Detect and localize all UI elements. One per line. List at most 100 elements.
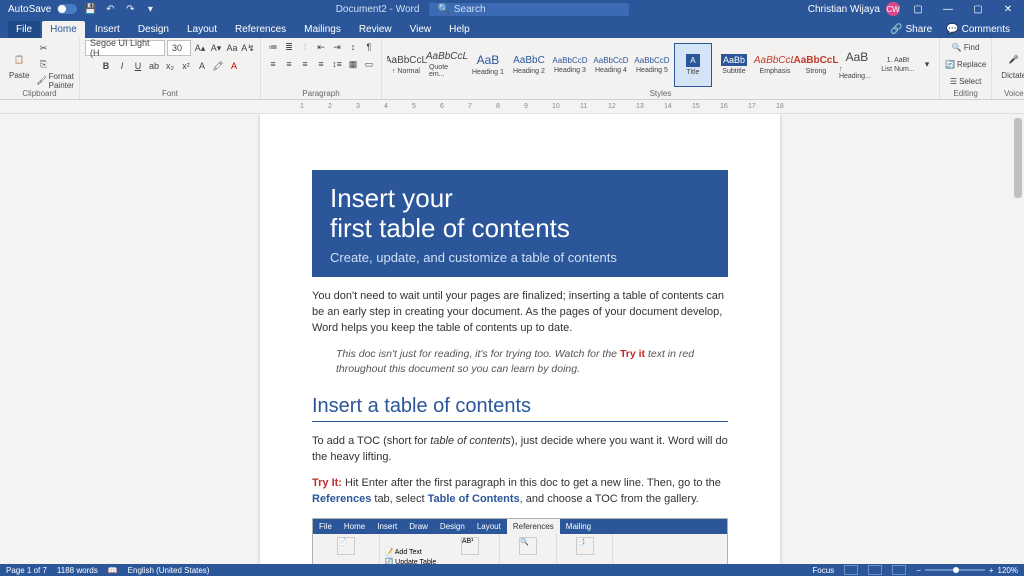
align-center-icon[interactable]: ≡ (282, 57, 296, 71)
justify-icon[interactable]: ≡ (314, 57, 328, 71)
paste-button[interactable]: 📋Paste (5, 48, 33, 82)
bullets-icon[interactable]: ≔ (266, 40, 280, 54)
format-painter-button[interactable]: 🖌Format Painter (36, 74, 74, 88)
font-group-label: Font (85, 89, 255, 99)
style-subtitle[interactable]: AaBbSubtitle (715, 43, 753, 87)
dictate-button[interactable]: 🎤Dictate (997, 48, 1024, 82)
embedded-ribbon-image: FileHomeInsertDrawDesignLayoutReferences… (312, 518, 728, 564)
status-language[interactable]: English (United States) (128, 566, 210, 575)
zoom-out-icon[interactable]: − (916, 566, 921, 575)
minimize-icon[interactable]: — (936, 0, 960, 18)
select-button[interactable]: ☰Select (950, 75, 981, 89)
bold-icon[interactable]: B (99, 59, 113, 73)
status-spellcheck-icon[interactable]: 📖 (108, 566, 118, 575)
share-button[interactable]: 🔗Share (884, 21, 938, 38)
clipboard-group-label: Clipboard (5, 89, 74, 99)
qat-dropdown-icon[interactable]: ▾ (143, 2, 157, 16)
focus-button[interactable]: Focus (812, 566, 834, 575)
search-input[interactable]: 🔍 Search (429, 3, 629, 16)
highlight-icon[interactable]: 🖍 (211, 59, 225, 73)
status-words[interactable]: 1188 words (57, 566, 98, 575)
clear-format-icon[interactable]: A↯ (241, 41, 255, 55)
text-effects-icon[interactable]: A (195, 59, 209, 73)
decrease-indent-icon[interactable]: ⇤ (314, 40, 328, 54)
font-color-icon[interactable]: A (227, 59, 241, 73)
zoom-slider[interactable] (925, 569, 985, 571)
banner-line2: first table of contents (330, 213, 570, 243)
search-placeholder: Search (454, 4, 486, 15)
font-name-combo[interactable]: Segoe UI Light (H (85, 40, 165, 56)
styles-group-label: Styles (387, 89, 934, 99)
web-layout-icon[interactable] (892, 565, 906, 575)
style-heading2[interactable]: AaBbCHeading 2 (510, 43, 548, 87)
style-quote[interactable]: AaBbCcLQuote em... (428, 43, 466, 87)
tab-design[interactable]: Design (130, 21, 177, 38)
paragraph-group-label: Paragraph (266, 89, 376, 99)
increase-indent-icon[interactable]: ⇥ (330, 40, 344, 54)
autosave-toggle[interactable] (57, 4, 77, 14)
undo-icon[interactable]: ↶ (103, 2, 117, 16)
read-mode-icon[interactable] (844, 565, 858, 575)
tab-file[interactable]: File (8, 21, 40, 38)
avatar[interactable]: CW (886, 2, 900, 16)
change-case-icon[interactable]: Aa (225, 41, 239, 55)
document-page[interactable]: Insert yourfirst table of contents Creat… (260, 114, 780, 564)
superscript-icon[interactable]: x² (179, 59, 193, 73)
title-banner: Insert yourfirst table of contents Creat… (312, 170, 728, 277)
comments-button[interactable]: 💬Comments (940, 21, 1016, 38)
italic-icon[interactable]: I (115, 59, 129, 73)
paragraph-3: To add a TOC (short for table of content… (312, 434, 728, 466)
subscript-icon[interactable]: x₂ (163, 59, 177, 73)
styles-more-icon[interactable]: ▾ (920, 58, 934, 72)
tab-references[interactable]: References (227, 21, 294, 38)
tab-home[interactable]: Home (42, 21, 85, 38)
style-emphasis[interactable]: AaBbCcLEmphasis (756, 43, 794, 87)
zoom-level[interactable]: 120% (998, 566, 1018, 575)
tab-mailings[interactable]: Mailings (296, 21, 349, 38)
strike-icon[interactable]: ab (147, 59, 161, 73)
shrink-font-icon[interactable]: A▾ (209, 41, 223, 55)
copy-icon[interactable]: ⎘ (36, 58, 50, 72)
status-page[interactable]: Page 1 of 7 (6, 566, 47, 575)
tab-insert[interactable]: Insert (87, 21, 128, 38)
style-listnum[interactable]: 1. AaBtList Num... (879, 43, 917, 87)
redo-icon[interactable]: ↷ (123, 2, 137, 16)
style-normal[interactable]: AaBbCcL↑ Normal (387, 43, 425, 87)
cut-icon[interactable]: ✂ (36, 42, 50, 56)
style-title[interactable]: ATitle (674, 43, 712, 87)
horizontal-ruler[interactable]: 123456789101112131415161718 (260, 100, 1024, 113)
user-name[interactable]: Christian Wijaya (808, 4, 880, 15)
borders-icon[interactable]: ▭ (362, 57, 376, 71)
numbering-icon[interactable]: ≣ (282, 40, 296, 54)
tab-review[interactable]: Review (351, 21, 400, 38)
find-button[interactable]: 🔍Find (952, 41, 980, 55)
show-marks-icon[interactable]: ¶ (362, 40, 376, 54)
autosave-label: AutoSave (8, 4, 51, 15)
style-strong[interactable]: AaBbCcLStrong (797, 43, 835, 87)
vertical-scrollbar[interactable] (1012, 114, 1024, 564)
sort-icon[interactable]: ↕ (346, 40, 360, 54)
style-heading5[interactable]: AaBbCcDHeading 5 (633, 43, 671, 87)
tab-view[interactable]: View (402, 21, 440, 38)
underline-icon[interactable]: U (131, 59, 145, 73)
style-heading1[interactable]: AaBHeading 1 (469, 43, 507, 87)
line-spacing-icon[interactable]: ↕≡ (330, 57, 344, 71)
tab-help[interactable]: Help (441, 21, 478, 38)
font-size-combo[interactable]: 30 (167, 40, 191, 56)
grow-font-icon[interactable]: A▴ (193, 41, 207, 55)
close-icon[interactable]: ✕ (996, 0, 1020, 18)
style-heading[interactable]: AaB↑ Heading... (838, 43, 876, 87)
print-layout-icon[interactable] (868, 565, 882, 575)
replace-button[interactable]: 🔄Replace (945, 58, 986, 72)
ribbon-options-icon[interactable]: ▢ (906, 0, 930, 18)
maximize-icon[interactable]: ▢ (966, 0, 990, 18)
style-heading4[interactable]: AaBbCcDHeading 4 (592, 43, 630, 87)
tab-layout[interactable]: Layout (179, 21, 225, 38)
multilevel-icon[interactable]: ⫶ (298, 40, 312, 54)
align-left-icon[interactable]: ≡ (266, 57, 280, 71)
shading-icon[interactable]: ▦ (346, 57, 360, 71)
align-right-icon[interactable]: ≡ (298, 57, 312, 71)
save-icon[interactable]: 💾 (83, 2, 97, 16)
zoom-in-icon[interactable]: + (989, 566, 994, 575)
style-heading3[interactable]: AaBbCcDHeading 3 (551, 43, 589, 87)
